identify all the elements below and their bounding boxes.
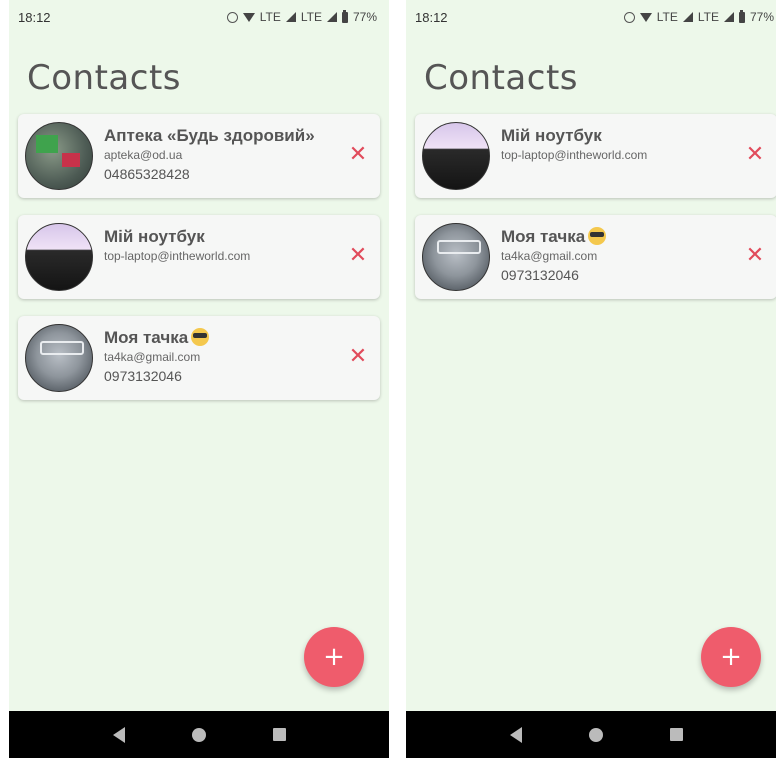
battery-icon <box>341 9 348 23</box>
back-icon[interactable] <box>509 726 522 743</box>
add-contact-button[interactable]: + <box>701 627 761 687</box>
alarm-icon <box>226 11 238 23</box>
phone-screen-after: 18:12 LTE LTE 77% Contacts Мій ноутбук t… <box>406 0 776 758</box>
status-icons: LTE LTE 77% <box>623 9 774 24</box>
contact-info: Моя тачка ta4ka@gmail.com 0973132046 <box>104 328 344 386</box>
network-label: LTE <box>259 10 281 24</box>
network-label-2: LTE <box>697 10 719 24</box>
back-icon[interactable] <box>112 726 125 743</box>
delete-icon[interactable]: ✕ <box>348 144 368 166</box>
wifi-icon <box>242 12 255 22</box>
contact-name: Моя тачка <box>501 227 741 247</box>
contact-email: top-laptop@intheworld.com <box>501 148 648 162</box>
home-icon[interactable] <box>588 727 603 742</box>
avatar <box>25 223 93 291</box>
contact-name: Моя тачка <box>104 328 344 348</box>
contact-card[interactable]: Аптека «Будь здоровий» apteka@od.ua 0486… <box>18 114 380 198</box>
contact-phone: 0973132046 <box>501 267 579 283</box>
delete-icon[interactable]: ✕ <box>745 144 765 166</box>
contact-list: Аптека «Будь здоровий» apteka@od.ua 0486… <box>18 114 380 417</box>
home-icon[interactable] <box>191 727 206 742</box>
contact-info: Моя тачка ta4ka@gmail.com 0973132046 <box>501 227 741 285</box>
contact-card[interactable]: Мій ноутбук top-laptop@intheworld.com ✕ <box>18 215 380 299</box>
contact-name: Мій ноутбук <box>104 227 205 246</box>
status-time: 18:12 <box>415 9 448 25</box>
page-title: Contacts <box>424 58 578 98</box>
contact-info: Мій ноутбук top-laptop@intheworld.com <box>501 126 741 163</box>
contact-name: Мій ноутбук <box>501 126 602 145</box>
phone-screen-before: 18:12 LTE LTE 77% Contacts Аптека «Будь … <box>9 0 389 758</box>
contact-card[interactable]: Моя тачка ta4ka@gmail.com 0973132046 ✕ <box>415 215 776 299</box>
contact-name: Аптека «Будь здоровий» <box>104 126 315 145</box>
sunglasses-emoji-icon <box>588 227 607 245</box>
delete-icon[interactable]: ✕ <box>348 245 368 267</box>
signal-icon-2 <box>326 12 337 22</box>
contact-email: apteka@od.ua <box>104 148 183 162</box>
network-label: LTE <box>656 10 678 24</box>
contact-phone: 0973132046 <box>104 368 182 384</box>
status-icons: LTE LTE 77% <box>226 9 377 24</box>
navigation-bar <box>9 711 389 758</box>
delete-icon[interactable]: ✕ <box>348 346 368 368</box>
contact-list: Мій ноутбук top-laptop@intheworld.com ✕ … <box>415 114 776 316</box>
signal-icon <box>285 12 296 22</box>
contact-phone: 04865328428 <box>104 166 190 182</box>
status-bar: 18:12 LTE LTE 77% <box>406 0 776 34</box>
recents-icon[interactable] <box>669 728 683 741</box>
navigation-bar <box>406 711 776 758</box>
avatar <box>25 324 93 392</box>
signal-icon <box>682 12 693 22</box>
page-title: Contacts <box>27 58 181 98</box>
alarm-icon <box>623 11 635 23</box>
contact-email: ta4ka@gmail.com <box>104 350 201 364</box>
wifi-icon <box>639 12 652 22</box>
add-contact-button[interactable]: + <box>304 627 364 687</box>
battery-level: 77% <box>352 10 377 24</box>
contact-name-text: Моя тачка <box>501 227 586 246</box>
avatar <box>422 223 490 291</box>
battery-level: 77% <box>749 10 774 24</box>
contact-info: Аптека «Будь здоровий» apteka@od.ua 0486… <box>104 126 344 184</box>
contact-info: Мій ноутбук top-laptop@intheworld.com <box>104 227 344 264</box>
signal-icon-2 <box>723 12 734 22</box>
delete-icon[interactable]: ✕ <box>745 245 765 267</box>
avatar <box>25 122 93 190</box>
status-bar: 18:12 LTE LTE 77% <box>9 0 389 34</box>
battery-icon <box>738 9 745 23</box>
contact-email: ta4ka@gmail.com <box>501 249 598 263</box>
avatar <box>422 122 490 190</box>
contact-card[interactable]: Мій ноутбук top-laptop@intheworld.com ✕ <box>415 114 776 198</box>
status-time: 18:12 <box>18 9 51 25</box>
contact-email: top-laptop@intheworld.com <box>104 249 251 263</box>
contact-name-text: Моя тачка <box>104 328 189 347</box>
contact-card[interactable]: Моя тачка ta4ka@gmail.com 0973132046 ✕ <box>18 316 380 400</box>
sunglasses-emoji-icon <box>191 328 210 346</box>
recents-icon[interactable] <box>272 728 286 741</box>
network-label-2: LTE <box>300 10 322 24</box>
